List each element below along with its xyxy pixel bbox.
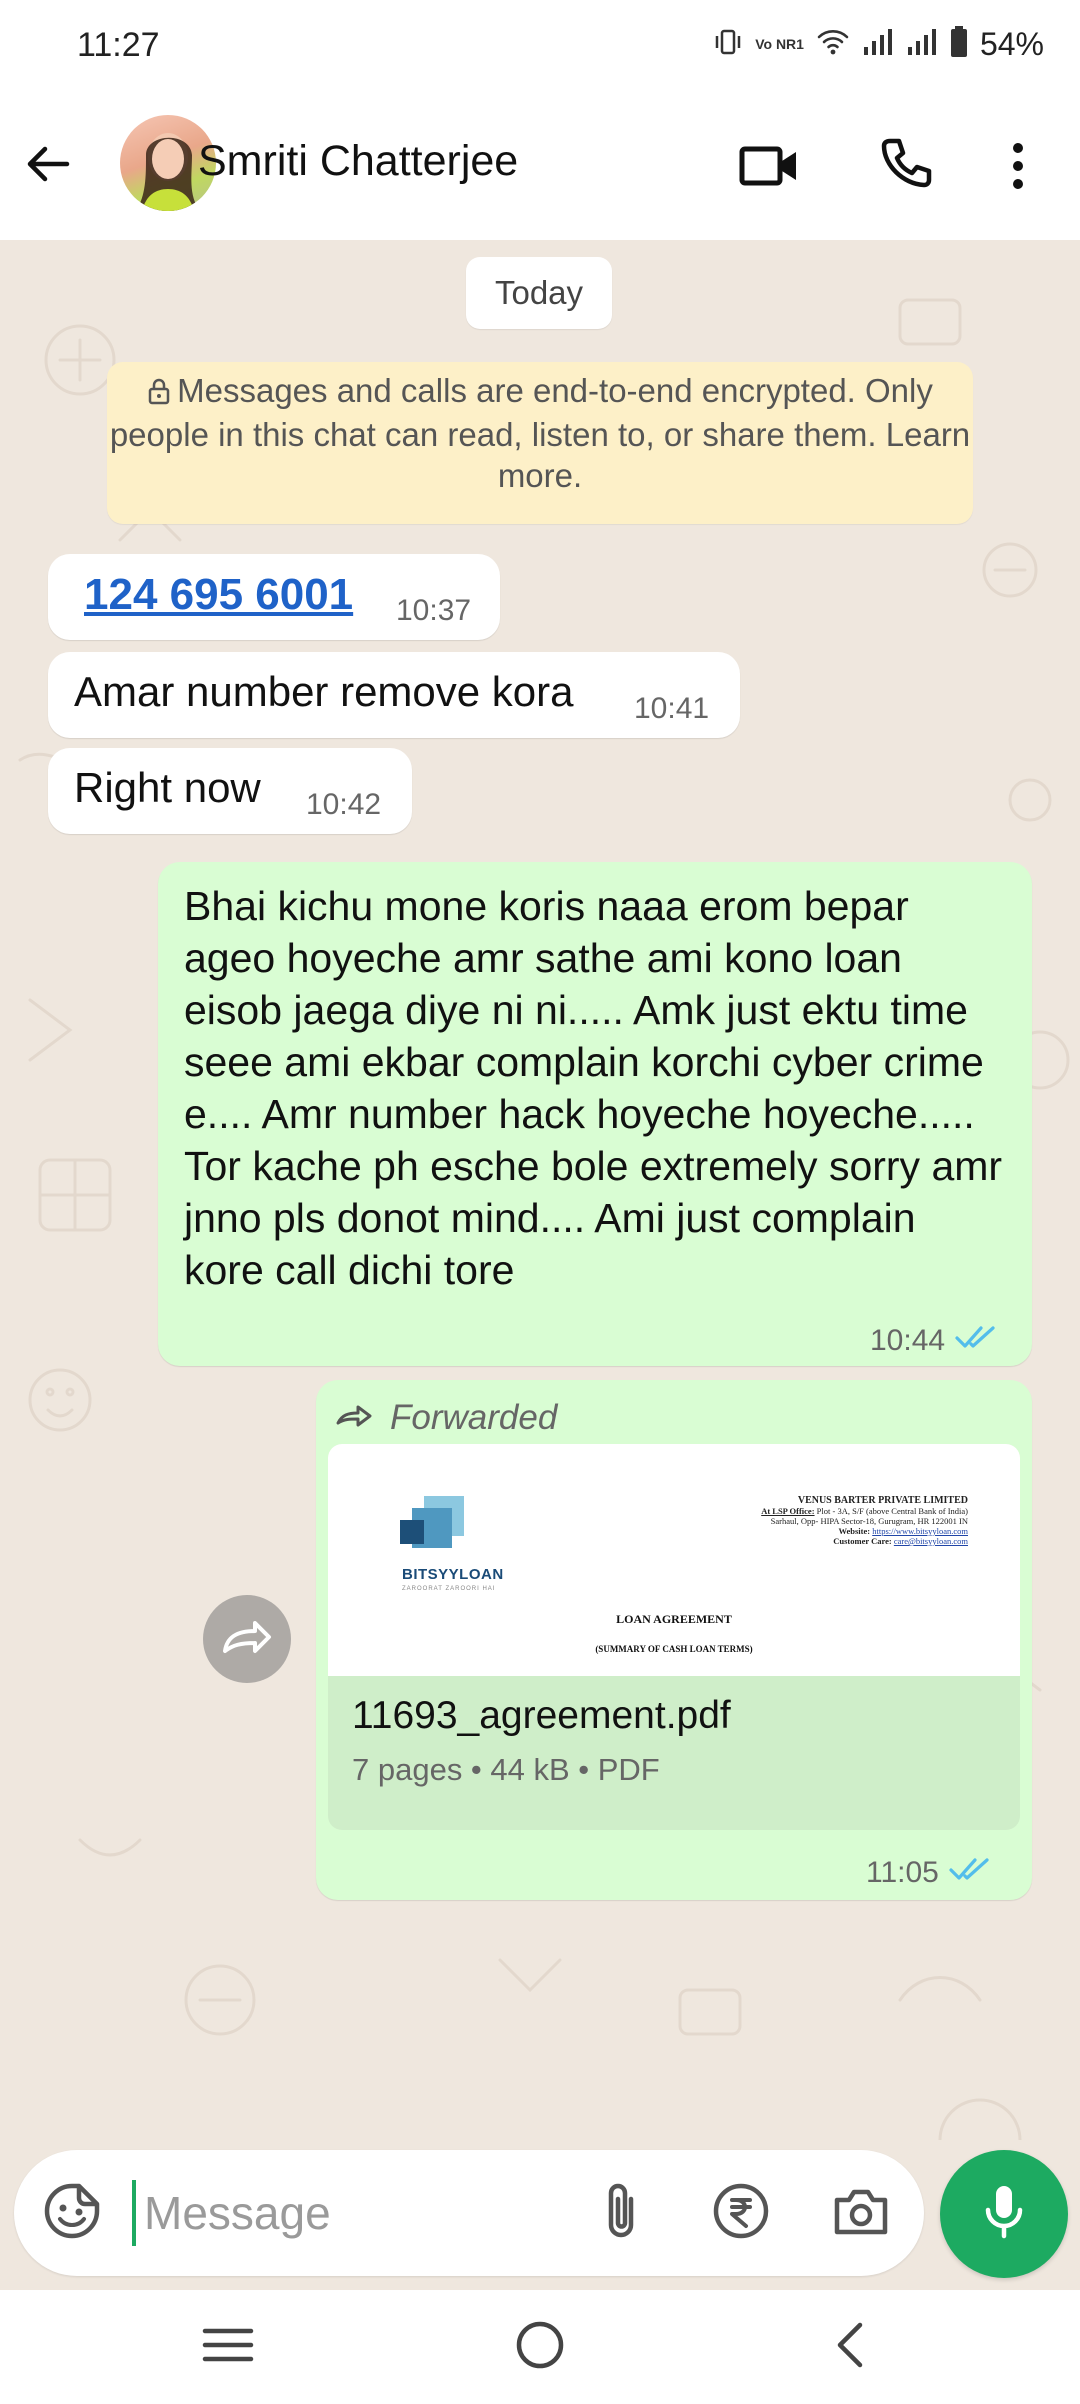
rupee-payment-icon [712,2182,770,2245]
home-button[interactable] [500,2310,580,2384]
recents-icon [201,2325,255,2370]
volte-icon: Vo NR1 [755,36,804,52]
signal-icon [906,27,938,62]
forwarded-label: Forwarded [336,1398,557,1438]
message-meta: 11:05 [866,1856,993,1890]
message-bubble-incoming[interactable]: Amar number remove kora 10:41 [48,652,740,738]
pdf-brand-tagline: ZAROORAT ZAROORI HAI [402,1586,496,1592]
message-meta: 10:44 [870,1324,999,1358]
camera-button[interactable] [828,2180,894,2246]
message-input[interactable] [132,2180,572,2246]
nav-back-button[interactable] [810,2310,890,2384]
more-options-button[interactable] [1000,136,1036,200]
phone-number-link[interactable]: 124 695 6001 [84,570,353,620]
video-call-icon [739,144,799,193]
message-text: Amar number remove kora [74,668,574,715]
message-composer [0,2140,1080,2290]
back-icon [830,2319,870,2376]
voice-call-button[interactable] [872,134,936,198]
read-ticks-icon [949,1856,993,1890]
status-time: 11:27 [77,26,160,64]
pdf-office-label: At LSP Office: [761,1506,815,1516]
pdf-website-label: Website: [838,1526,871,1536]
document-preview[interactable]: BITSYYLOAN ZAROORAT ZAROORI HAI VENUS BA… [328,1444,1020,1676]
pdf-subtitle: (SUMMARY OF CASH LOAN TERMS) [595,1644,753,1654]
voice-message-button[interactable] [940,2150,1068,2278]
pdf-care-label: Customer Care: [833,1536,892,1546]
pdf-company-block: VENUS BARTER PRIVATE LIMITED At LSP Offi… [728,1495,968,1547]
payment-button[interactable] [708,2180,774,2246]
message-time: 10:37 [396,594,472,627]
pdf-title: LOAN AGREEMENT [616,1612,732,1626]
message-bubble-outgoing-document[interactable]: Forwarded BITSYYLOAN ZAROORAT ZAROORI HA… [316,1380,1032,1900]
document-attachment[interactable]: BITSYYLOAN ZAROORAT ZAROORI HAI VENUS BA… [328,1444,1020,1830]
pdf-office-line1: Plot - 3A, S/F (above Central Bank of In… [816,1506,968,1516]
message-time: 10:44 [870,1324,946,1357]
document-info: 7 pages • 44 kB • PDF [352,1752,660,1787]
wifi-icon [816,27,850,62]
system-nav-bar [0,2290,1080,2404]
microphone-icon [982,2184,1026,2245]
forward-button[interactable] [203,1595,291,1683]
encryption-notice[interactable]: Messages and calls are end-to-end encryp… [107,362,973,524]
message-text: Bhai kichu mone koris naaa erom bepar ag… [184,883,1003,1293]
back-arrow-icon [23,139,73,194]
date-chip: Today [466,257,612,329]
message-time: 10:41 [634,692,710,725]
battery-icon [950,25,968,63]
message-bubble-incoming[interactable]: Right now 10:42 [48,748,412,834]
pdf-care-email: care@bitsyyloan.com [893,1536,968,1546]
status-bar: 11:27 Vo NR1 54% [0,0,1080,92]
pdf-brand: BITSYYLOAN [402,1566,504,1583]
pdf-website: https://www.bitsyyloan.com [872,1526,968,1536]
back-button[interactable] [18,132,78,200]
message-time: 10:42 [306,788,382,821]
forwarded-icon [336,1398,374,1438]
signal-icon [862,27,894,62]
battery-percent: 54% [979,25,1044,62]
message-bubble-outgoing[interactable]: Bhai kichu mone koris naaa erom bepar ag… [158,862,1032,1366]
more-vert-icon [1011,141,1025,196]
forward-arrow-icon [219,1617,275,1662]
chat-header: Smriti Chatterjee [0,92,1080,240]
bitsyyloan-logo [398,1496,468,1567]
status-icons: Vo NR1 54% [713,22,1044,66]
document-file-name: 11693_agreement.pdf [352,1694,731,1737]
message-text: Right now [74,764,261,811]
message-bubble-incoming[interactable]: 124 695 6001 10:37 [48,554,500,640]
pdf-office-line2: Sarhaul, Opp- HIPA Sector-18, Gurugram, … [770,1516,968,1526]
lock-icon [147,373,171,414]
forwarded-text: Forwarded [390,1398,558,1437]
attach-icon [601,2181,641,2246]
attach-button[interactable] [588,2180,654,2246]
encryption-text: Messages and calls are end-to-end encryp… [109,372,971,494]
chat-area[interactable]: Today Messages and calls are end-to-end … [0,240,1080,2140]
home-icon [514,2319,566,2376]
video-call-button[interactable] [737,136,801,200]
phone-icon [876,136,932,197]
message-time: 11:05 [866,1856,939,1889]
pdf-company-name: VENUS BARTER PRIVATE LIMITED [797,1495,968,1506]
camera-icon [832,2186,890,2241]
recents-button[interactable] [188,2310,268,2384]
message-input-container[interactable] [14,2150,924,2276]
read-ticks-icon [955,1324,999,1358]
vibrate-icon [713,27,743,62]
emoji-button[interactable] [42,2183,102,2243]
emoji-sticker-icon [43,2182,101,2245]
contact-name[interactable]: Smriti Chatterjee [198,137,518,186]
